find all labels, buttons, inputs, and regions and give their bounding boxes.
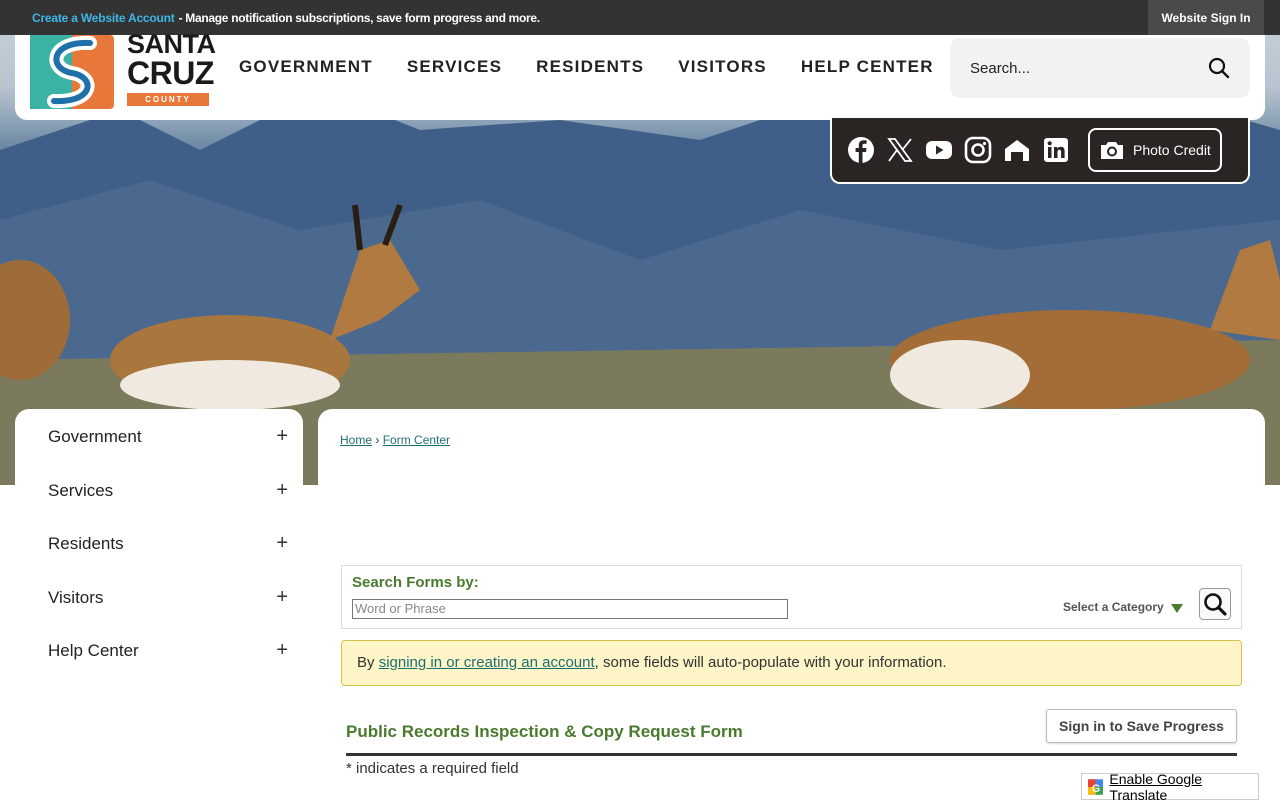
form-search-label: Search Forms by: <box>352 574 479 591</box>
form-search-input[interactable]: Word or Phrase <box>352 599 788 619</box>
sidebar-item-help-center[interactable]: Help Center + <box>48 639 288 671</box>
sidebar-item-label: Services <box>48 481 114 500</box>
youtube-icon[interactable] <box>925 136 953 164</box>
nav-help-center[interactable]: HELP CENTER <box>801 57 934 77</box>
county-logo[interactable]: SANTA CRUZ COUNTY <box>30 29 216 115</box>
sidebar-item-visitors[interactable]: Visitors + <box>48 586 288 618</box>
expand-icon[interactable]: + <box>276 586 288 609</box>
sidebar-item-government[interactable]: Government + <box>48 425 288 457</box>
form-title: Public Records Inspection & Copy Request… <box>346 722 743 741</box>
photo-credit-button[interactable]: Photo Credit <box>1088 128 1222 172</box>
expand-icon[interactable]: + <box>276 479 288 502</box>
google-translate-icon: G <box>1088 778 1104 794</box>
svg-text:G: G <box>1092 782 1100 794</box>
sign-in-save-progress-button[interactable]: Sign in to Save Progress <box>1046 709 1237 743</box>
logo-text-cruz: CRUZ <box>127 55 214 91</box>
logo-mark-icon <box>30 35 114 109</box>
top-bar-message: - Manage notification subscriptions, sav… <box>178 10 541 25</box>
social-bar: Photo Credit <box>830 118 1250 184</box>
website-sign-in-button[interactable]: Website Sign In <box>1148 0 1264 35</box>
create-account-link[interactable]: Create a Website Account <box>32 11 175 25</box>
x-twitter-icon[interactable] <box>886 136 914 164</box>
logo-text-county: COUNTY <box>127 93 209 106</box>
required-field-note: * indicates a required field <box>346 760 519 777</box>
notice-suffix: , some fields will auto-populate with yo… <box>594 654 947 671</box>
form-search-box: Search Forms by: Word or Phrase Select a… <box>341 565 1242 629</box>
google-translate-button[interactable]: G Enable Google Translate <box>1081 770 1259 800</box>
expand-icon[interactable]: + <box>276 532 288 555</box>
form-divider <box>346 753 1237 756</box>
instagram-icon[interactable] <box>964 136 992 164</box>
breadcrumb: Home › Form Center <box>340 433 450 447</box>
sidebar-nav: Government + Services + Residents + Visi… <box>15 409 303 800</box>
nav-residents[interactable]: RESIDENTS <box>536 57 644 77</box>
site-search[interactable]: Search... <box>950 38 1250 98</box>
photo-credit-label: Photo Credit <box>1133 142 1211 158</box>
expand-icon[interactable]: + <box>276 425 288 448</box>
notice-prefix: By <box>357 654 379 671</box>
nav-visitors[interactable]: VISITORS <box>678 57 767 77</box>
linkedin-icon[interactable] <box>1042 136 1070 164</box>
chevron-down-icon[interactable] <box>1171 604 1183 613</box>
nextdoor-icon[interactable] <box>1003 136 1031 164</box>
sign-in-notice: By signing in or creating an account, so… <box>341 640 1242 686</box>
sidebar-item-label: Help Center <box>48 641 139 660</box>
notice-sign-in-link[interactable]: signing in or creating an account <box>379 654 595 671</box>
nav-services[interactable]: SERVICES <box>407 57 502 77</box>
main-navigation: GOVERNMENT SERVICES RESIDENTS VISITORS H… <box>239 57 968 77</box>
search-icon <box>1204 593 1227 616</box>
camera-icon <box>1101 142 1123 159</box>
sidebar-item-label: Residents <box>48 534 124 553</box>
breadcrumb-form-center-link[interactable]: Form Center <box>383 433 450 447</box>
site-header: SANTA CRUZ COUNTY GOVERNMENT SERVICES RE… <box>15 29 1265 120</box>
breadcrumb-home-link[interactable]: Home <box>340 433 372 447</box>
sidebar-item-residents[interactable]: Residents + <box>48 532 288 564</box>
google-translate-label: Enable Google Translate <box>1109 770 1203 800</box>
facebook-icon[interactable] <box>847 136 875 164</box>
search-input[interactable]: Search... <box>970 60 1030 77</box>
nav-government[interactable]: GOVERNMENT <box>239 57 373 77</box>
category-select[interactable]: Select a Category <box>1063 600 1164 614</box>
breadcrumb-separator: › <box>375 433 380 447</box>
main-content: Home › Form Center Search Forms by: Word… <box>318 409 1265 800</box>
expand-icon[interactable]: + <box>276 639 288 662</box>
sidebar-item-services[interactable]: Services + <box>48 479 288 511</box>
sidebar-item-label: Visitors <box>48 588 104 607</box>
sidebar-item-label: Government <box>48 427 142 446</box>
search-icon[interactable] <box>1208 57 1230 79</box>
form-search-button[interactable] <box>1199 588 1231 620</box>
